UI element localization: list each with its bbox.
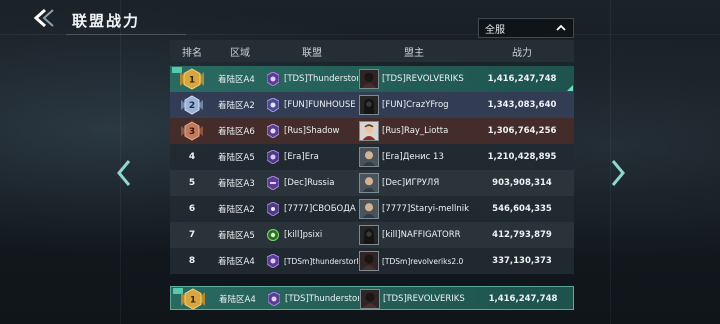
leader-avatar — [358, 170, 380, 196]
leader-name: [FUN]CrazYFrog — [382, 100, 449, 110]
zone-cell: 着陆区A4 — [218, 257, 255, 267]
leader-name: [Rus]Ray_Liotta — [382, 126, 449, 136]
leader-avatar — [358, 196, 380, 222]
rank-number: 4 — [188, 152, 196, 162]
alliance-emblem-icon — [266, 248, 280, 274]
leader-name: [TDS]REVOLVERIKS — [383, 294, 465, 304]
power-value: 1,416,247,748 — [487, 74, 557, 84]
zone-cell: 着陆区A4 — [219, 295, 256, 305]
chevron-up-icon — [556, 24, 566, 31]
rank-number: 5 — [188, 178, 196, 188]
rank-medal-label: 1 — [189, 76, 195, 86]
leader-name: [Dec]ИГРУЛЯ — [382, 178, 440, 188]
header-alliance: 联盟 — [302, 47, 322, 59]
alliance-emblem-icon — [266, 118, 280, 144]
power-value: 1,306,764,256 — [487, 126, 557, 136]
table-header: 排名 区域 联盟 盟主 战力 — [170, 40, 574, 62]
leader-name: [Era]Денис 13 — [382, 152, 444, 162]
zone-cell: 着陆区A4 — [218, 75, 255, 85]
alliance-name: [7777]СВОБОДА — [284, 204, 356, 214]
alliance-emblem-icon — [266, 66, 280, 92]
power-value: 337,130,373 — [492, 256, 552, 266]
alliance-emblem-icon — [267, 287, 281, 311]
alliance-name: [Dec]Russia — [284, 178, 335, 188]
alliance-name: [Era]Era — [284, 152, 319, 162]
power-value: 903,908,314 — [492, 178, 552, 188]
leader-name: [TDSm]revolveriks2.0 — [382, 256, 464, 266]
table-row[interactable]: 8 着陆区A4 [TDSm]thunderstorMINI [TDSm]revo… — [170, 248, 574, 274]
table-row[interactable]: 6 着陆区A2 [7777]СВОБОДА [7777]Staryi-melln… — [170, 196, 574, 222]
table-row[interactable]: 4 着陆区A5 [Era]Era [Era]Денис 13 1,210,428… — [170, 144, 574, 170]
rank-medal-gold: 1 — [171, 287, 215, 311]
rank-medal-label: 1 — [190, 296, 196, 306]
back-arrow-icon — [33, 8, 54, 28]
alliance-emblem-icon — [266, 196, 280, 222]
alliance-name: [FUN]FUNHOUSE — [284, 100, 356, 110]
table-row[interactable]: 5 着陆区A3 [Dec]Russia [Dec]ИГРУЛЯ 903,908,… — [170, 170, 574, 196]
table-row[interactable]: 2 着陆区A2 [FUN]FUNHOUSE [FUN]CrazYFrog 1,3… — [170, 92, 574, 118]
power-value: 412,793,879 — [492, 230, 552, 240]
corner-mark — [567, 85, 573, 91]
rank-medal-label: 3 — [189, 127, 195, 137]
back-button[interactable] — [30, 7, 56, 29]
rank-number: 6 — [188, 204, 196, 214]
rank-number: 8 — [188, 256, 196, 266]
rank-number: 7 — [188, 230, 196, 240]
header-bar: 联盟战力 全服 — [0, 0, 720, 40]
leader-name: [TDS]REVOLVERIKS — [382, 74, 464, 84]
page-title: 联盟战力 — [72, 12, 141, 30]
leader-avatar — [359, 287, 381, 311]
power-value: 1,343,083,640 — [487, 100, 557, 110]
header-power: 战力 — [512, 47, 532, 59]
leader-avatar — [358, 144, 380, 170]
alliance-name: [TDS]Thunderstorm — [284, 74, 358, 84]
zone-cell: 着陆区A6 — [218, 127, 255, 137]
header-leader: 盟主 — [404, 47, 424, 59]
leader-avatar — [358, 92, 380, 118]
leader-avatar — [358, 222, 380, 248]
rank-medal-bronze: 3 — [170, 118, 214, 144]
rank-medal-silver: 2 — [170, 92, 214, 118]
power-value: 1,210,428,895 — [487, 152, 557, 162]
header-zone: 区域 — [230, 47, 250, 59]
prev-page-arrow-icon[interactable] — [114, 158, 134, 188]
bronze-medal-icon: 3 — [181, 121, 203, 141]
zone-cell: 着陆区A2 — [218, 205, 255, 215]
alliance-emblem-icon — [266, 222, 280, 248]
leader-avatar — [358, 66, 380, 92]
next-page-arrow-icon[interactable] — [608, 158, 628, 188]
zone-cell: 着陆区A2 — [218, 101, 255, 111]
rank-medal-label: 2 — [189, 101, 195, 111]
table-row[interactable]: 3 着陆区A6 [Rus]Shadow [Rus]Ray_Liotta 1,30… — [170, 118, 574, 144]
alliance-name: [Rus]Shadow — [284, 126, 340, 136]
leader-avatar — [358, 118, 380, 144]
leader-avatar — [358, 248, 380, 274]
gold-medal-icon: 1 — [181, 288, 205, 310]
alliance-name: [kill]psixi — [284, 230, 323, 240]
title-underline — [66, 34, 186, 35]
region-select[interactable]: 全服 — [478, 18, 574, 38]
my-alliance-row[interactable]: 1 着陆区A4 [TDS]Thunderstorm [TDS]REVOLVERI… — [170, 286, 574, 310]
rank-medal-gold: 1 — [170, 66, 214, 92]
gold-medal-icon: 1 — [180, 68, 204, 90]
power-value: 1,416,247,748 — [488, 294, 558, 304]
zone-cell: 着陆区A5 — [218, 153, 255, 163]
alliance-emblem-icon — [266, 170, 280, 196]
table-row[interactable]: 7 着陆区A5 [kill]psixi [kill]NAFFIGATORR 41… — [170, 222, 574, 248]
ranking-table: 排名 区域 联盟 盟主 战力 1 着陆区A4 [TDS]Thunderstorm… — [170, 40, 574, 324]
alliance-name: [TDS]Thunderstorm — [285, 294, 359, 304]
alliance-emblem-icon — [266, 144, 280, 170]
silver-medal-icon: 2 — [181, 95, 203, 115]
power-value: 546,604,335 — [492, 204, 552, 214]
zone-cell: 着陆区A3 — [218, 179, 255, 189]
alliance-emblem-icon — [266, 92, 280, 118]
zone-cell: 着陆区A5 — [218, 231, 255, 241]
region-select-value: 全服 — [485, 24, 505, 36]
header-rank: 排名 — [182, 47, 202, 59]
table-row[interactable]: 1 着陆区A4 [TDS]Thunderstorm [TDS]REVOLVERI… — [170, 66, 574, 92]
leader-name: [7777]Staryi-mellnik — [382, 204, 470, 214]
alliance-name: [TDSm]thunderstorMINI — [284, 256, 358, 266]
leader-name: [kill]NAFFIGATORR — [382, 230, 461, 240]
